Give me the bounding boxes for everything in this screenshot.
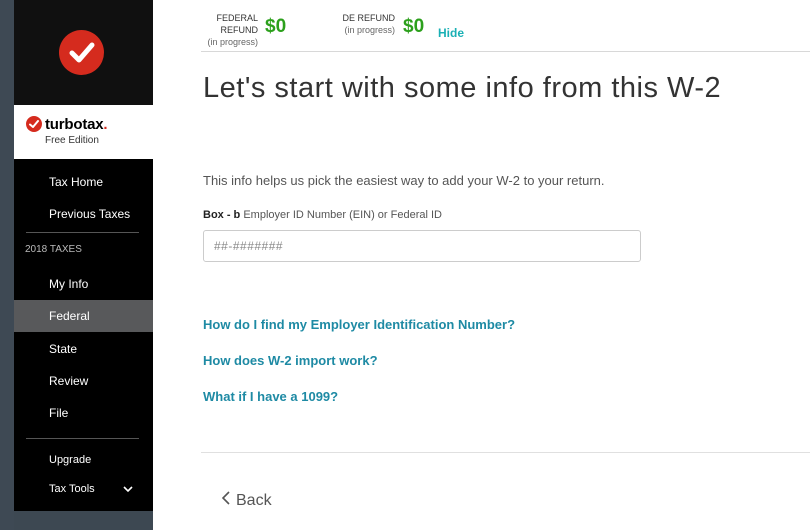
main-content: FEDERAL REFUND (in progress) $0 DE REFUN… xyxy=(153,0,810,530)
federal-refund-status: (in progress) xyxy=(207,37,258,47)
state-refund: DE REFUND (in progress) $0 xyxy=(333,12,428,37)
sidebar-divider xyxy=(26,438,139,439)
logo-area xyxy=(14,0,153,105)
sidebar-item-upgrade[interactable]: Upgrade xyxy=(14,454,153,466)
divider xyxy=(201,452,810,453)
sidebar-item-tax-tools[interactable]: Tax Tools xyxy=(14,483,153,495)
help-link-find-ein[interactable]: How do I find my Employer Identification… xyxy=(203,317,515,332)
app-edge xyxy=(0,0,14,530)
sidebar-item-my-info[interactable]: My Info xyxy=(14,268,153,300)
federal-refund-amount: $0 xyxy=(265,16,287,37)
state-refund-status: (in progress) xyxy=(344,25,395,35)
help-link-w2-import[interactable]: How does W-2 import work? xyxy=(203,353,378,368)
brand-panel: turbotax. Free Edition xyxy=(14,105,153,159)
ein-label-text: Employer ID Number (EIN) or Federal ID xyxy=(240,209,442,221)
federal-refund: FEDERAL REFUND (in progress) $0 xyxy=(188,12,287,48)
back-label: Back xyxy=(236,492,272,509)
turbotax-logo-icon xyxy=(26,116,42,132)
hide-refunds-link[interactable]: Hide xyxy=(438,26,464,40)
sidebar-item-previous-taxes[interactable]: Previous Taxes xyxy=(14,198,153,230)
intro-text: This info helps us pick the easiest way … xyxy=(203,173,605,188)
chevron-down-icon xyxy=(123,486,133,493)
sidebar: turbotax. Free Edition Tax Home Previous… xyxy=(14,0,153,511)
ein-field-label: Box - b Employer ID Number (EIN) or Fede… xyxy=(203,209,442,221)
box-label: Box - b xyxy=(203,209,241,221)
sidebar-item-federal[interactable]: Federal xyxy=(14,300,153,332)
sidebar-item-tax-home[interactable]: Tax Home xyxy=(14,166,153,198)
federal-refund-label: FEDERAL REFUND xyxy=(216,13,258,35)
refund-bar: FEDERAL REFUND (in progress) $0 DE REFUN… xyxy=(153,0,810,52)
ein-input[interactable] xyxy=(203,230,641,262)
back-button[interactable]: Back xyxy=(221,491,272,510)
brand-edition: Free Edition xyxy=(45,135,99,146)
page-title: Let's start with some info from this W-2 xyxy=(203,72,722,104)
chevron-left-icon xyxy=(221,491,230,505)
sidebar-item-state[interactable]: State xyxy=(14,333,153,365)
sidebar-divider xyxy=(26,232,139,233)
help-link-1099[interactable]: What if I have a 1099? xyxy=(203,389,338,404)
state-refund-label: DE REFUND xyxy=(342,13,395,23)
checkmark-icon[interactable] xyxy=(59,30,104,75)
sidebar-item-file[interactable]: File xyxy=(14,397,153,429)
divider xyxy=(201,51,810,52)
sidebar-section-label: 2018 TAXES xyxy=(25,244,82,255)
sidebar-item-tax-tools-label: Tax Tools xyxy=(49,483,95,495)
state-refund-amount: $0 xyxy=(403,16,425,37)
sidebar-item-review[interactable]: Review xyxy=(14,365,153,397)
brand-name: turbotax. xyxy=(45,116,108,133)
